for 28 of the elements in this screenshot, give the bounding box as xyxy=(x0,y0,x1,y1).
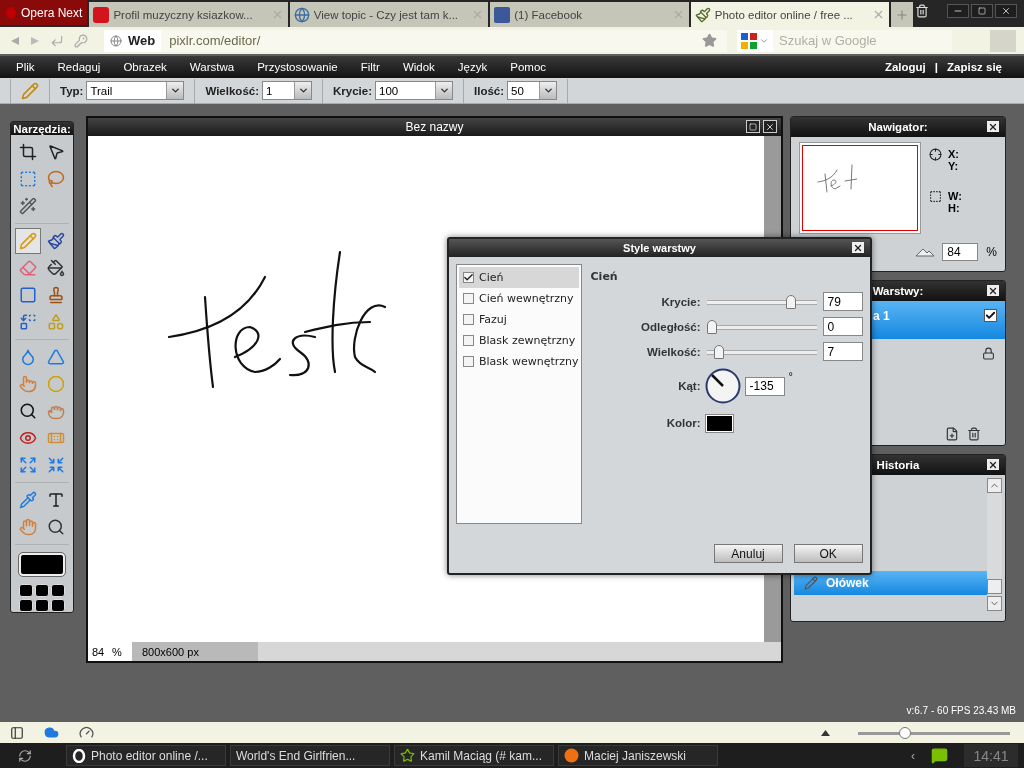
layer-name: a 1 xyxy=(873,309,891,323)
document-title: Bez nazwy xyxy=(405,120,464,134)
field-label: Kolor: xyxy=(665,417,701,429)
field-label: Odległość: xyxy=(640,320,701,333)
separator-text: | xyxy=(934,61,939,73)
field-label: Krycie: xyxy=(660,295,701,308)
url-text: pixlr.com/editor/ xyxy=(169,33,262,48)
web-badge: Web xyxy=(104,29,162,52)
clock: 14:41 xyxy=(964,744,1018,767)
zoom-unit: % xyxy=(112,642,132,661)
panel-title: Nawigator: xyxy=(791,117,1005,137)
w-label: W: xyxy=(948,190,962,202)
dialog-title: Style warstwy xyxy=(623,242,696,254)
y-label: Y: xyxy=(948,160,959,172)
x-label: X: xyxy=(948,148,959,160)
zoom-unit: % xyxy=(986,245,997,259)
version-text: v:6.7 - 60 FPS 23.43 MB xyxy=(906,705,1017,718)
option-label: Wielkość: xyxy=(205,84,259,97)
degree-sign: ° xyxy=(788,370,793,382)
option-label: Krycie: xyxy=(333,84,372,97)
image-size: 800x600 px xyxy=(132,642,258,661)
field-label: Kąt: xyxy=(677,380,701,392)
section-heading: Cień xyxy=(590,269,619,283)
panel-title: Narzędzia: xyxy=(11,122,73,136)
h-label: H: xyxy=(948,202,961,214)
field-label: Wielkość: xyxy=(645,345,701,358)
option-label: Typ: xyxy=(60,84,84,97)
option-label: Ilość: xyxy=(474,84,505,97)
